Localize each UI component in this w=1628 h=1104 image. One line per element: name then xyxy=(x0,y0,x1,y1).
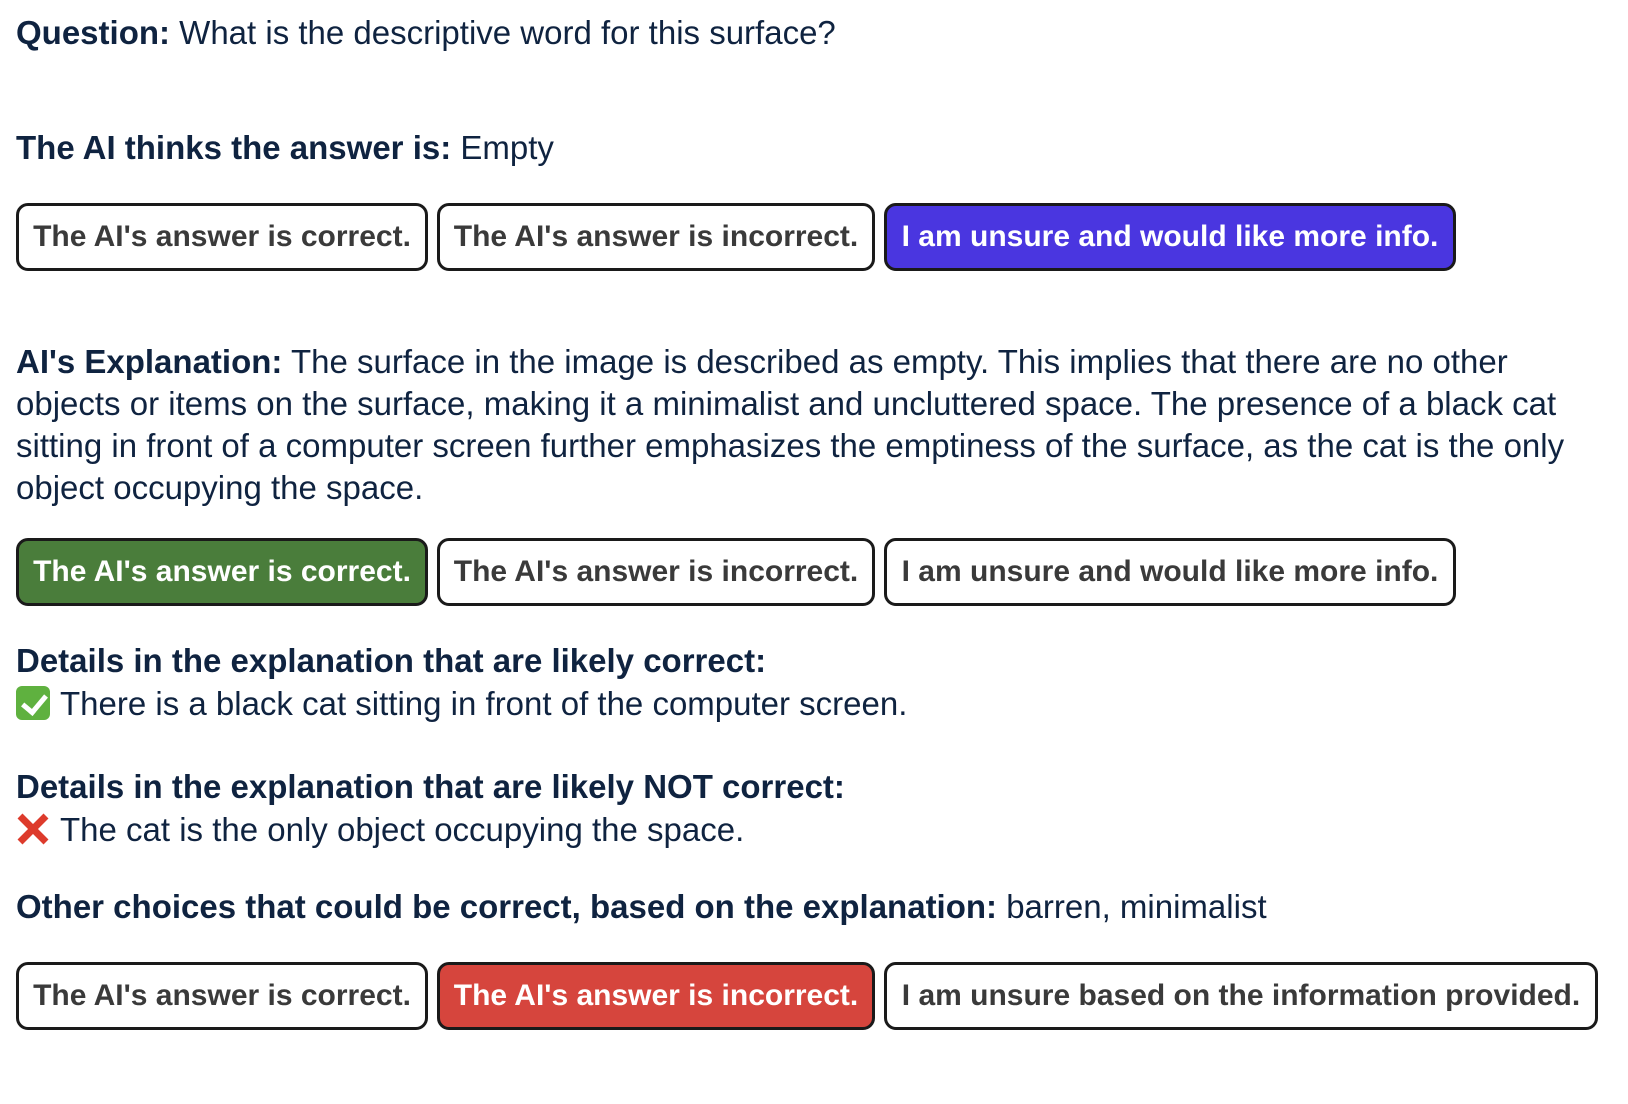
explanation-unsure-button[interactable]: I am unsure and would like more info. xyxy=(884,538,1456,606)
likely-incorrect-item-text: The cat is the only object occupying the… xyxy=(60,811,745,848)
cross-icon xyxy=(16,812,50,846)
final-correct-button[interactable]: The AI's answer is correct. xyxy=(16,962,428,1030)
final-incorrect-button[interactable]: The AI's answer is incorrect. xyxy=(437,962,875,1030)
final-button-row: The AI's answer is correct. The AI's ans… xyxy=(16,962,1598,1030)
explanation-label: AI's Explanation: xyxy=(16,343,283,380)
likely-correct-item-text: There is a black cat sitting in front of… xyxy=(60,685,908,722)
explanation-paragraph: AI's Explanation: The surface in the ima… xyxy=(16,341,1621,509)
final-unsure-button[interactable]: I am unsure based on the information pro… xyxy=(884,962,1598,1030)
question-text: What is the descriptive word for this su… xyxy=(179,14,836,51)
likely-correct-label: Details in the explanation that are like… xyxy=(16,642,767,679)
check-icon xyxy=(16,686,50,720)
likely-incorrect-label: Details in the explanation that are like… xyxy=(16,768,845,805)
explanation-correct-button[interactable]: The AI's answer is correct. xyxy=(16,538,428,606)
likely-incorrect-item: The cat is the only object occupying the… xyxy=(16,809,744,851)
question-label: Question: xyxy=(16,14,170,51)
likely-incorrect-heading: Details in the explanation that are like… xyxy=(16,766,845,808)
other-choices-label: Other choices that could be correct, bas… xyxy=(16,888,998,925)
answer-button-row: The AI's answer is correct. The AI's ans… xyxy=(16,203,1456,271)
answer-unsure-button[interactable]: I am unsure and would like more info. xyxy=(884,203,1456,271)
question-line: Question: What is the descriptive word f… xyxy=(16,12,836,54)
likely-correct-item: There is a black cat sitting in front of… xyxy=(16,683,907,725)
ai-answer-label: The AI thinks the answer is: xyxy=(16,129,452,166)
explanation-button-row: The AI's answer is correct. The AI's ans… xyxy=(16,538,1456,606)
other-choices-line: Other choices that could be correct, bas… xyxy=(16,886,1267,928)
other-choices-text: barren, minimalist xyxy=(1006,888,1267,925)
likely-correct-heading: Details in the explanation that are like… xyxy=(16,640,766,682)
answer-incorrect-button[interactable]: The AI's answer is incorrect. xyxy=(437,203,875,271)
answer-correct-button[interactable]: The AI's answer is correct. xyxy=(16,203,428,271)
explanation-incorrect-button[interactable]: The AI's answer is incorrect. xyxy=(437,538,875,606)
ai-answer-text: Empty xyxy=(460,129,554,166)
ai-answer-line: The AI thinks the answer is: Empty xyxy=(16,127,554,169)
